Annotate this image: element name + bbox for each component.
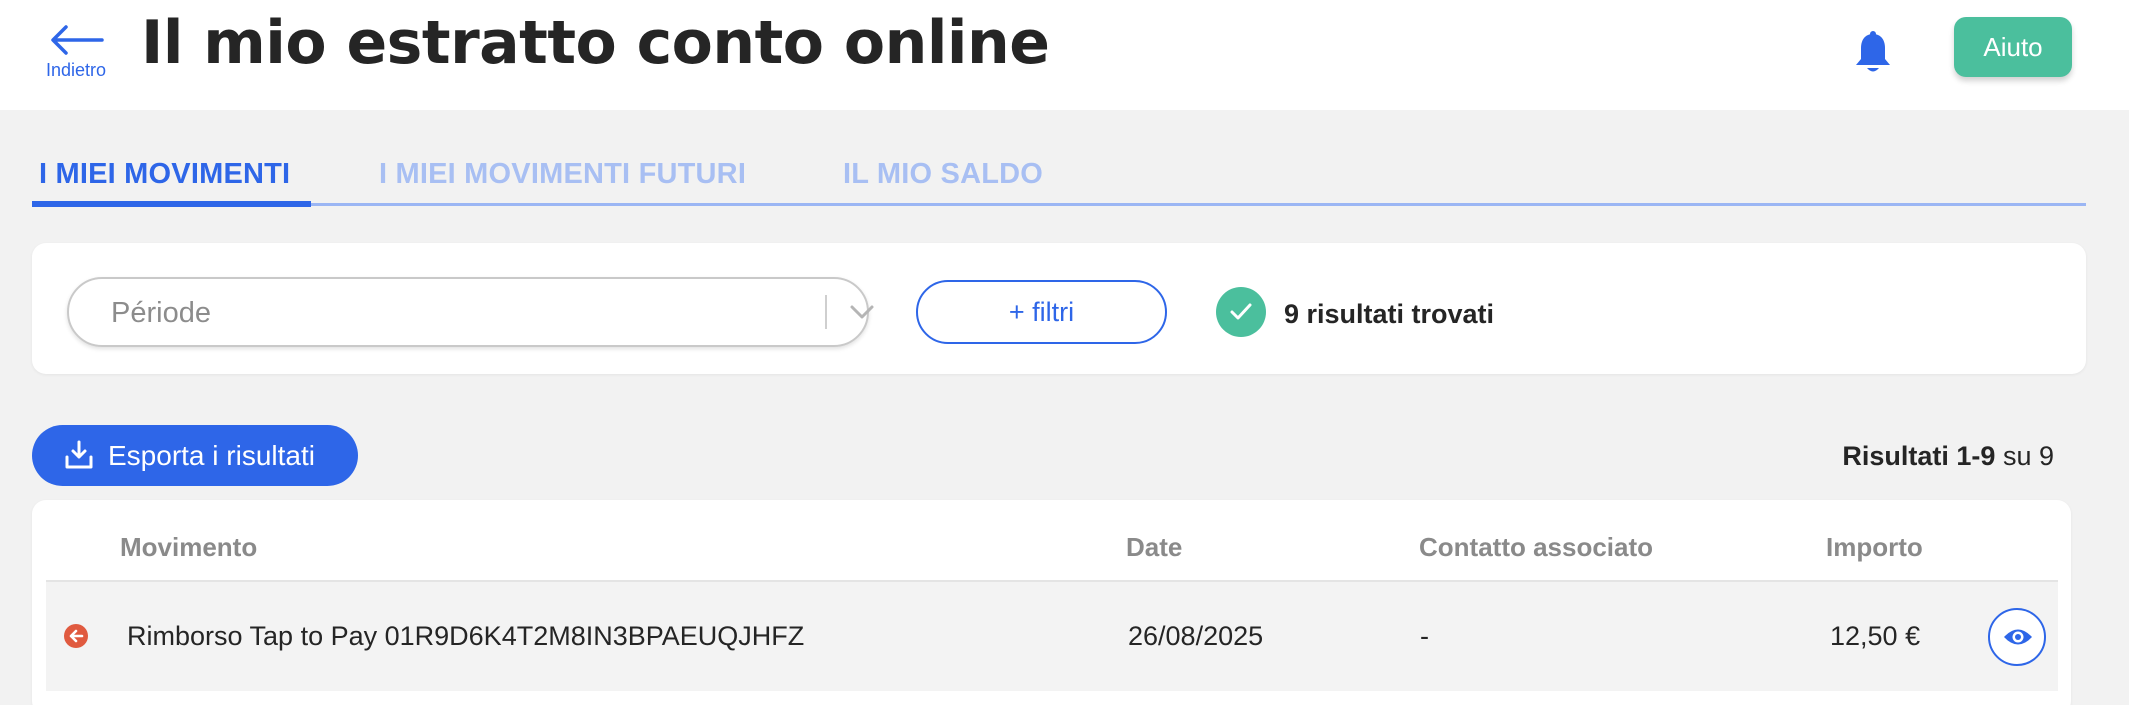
tab-divider bbox=[32, 203, 2086, 206]
eye-icon bbox=[2004, 629, 2032, 645]
view-details-button[interactable] bbox=[1988, 608, 2046, 666]
notifications-button[interactable] bbox=[1853, 30, 1893, 76]
column-header-contact: Contatto associato bbox=[1419, 532, 1654, 562]
results-range: Risultati 1-9 su 9 bbox=[1842, 441, 2054, 472]
column-header-movement: Movimento bbox=[120, 532, 258, 562]
filter-panel: Période + filtri 9 risultati trovati bbox=[32, 243, 2086, 374]
export-label: Esporta i risultati bbox=[108, 440, 315, 471]
movements-table: Movimento Date Contatto associato Import… bbox=[32, 500, 2071, 705]
check-icon bbox=[1216, 287, 1266, 337]
top-bar: Indietro Il mio estratto conto online Ai… bbox=[0, 0, 2129, 110]
tab-my-balance[interactable]: IL MIO SALDO bbox=[843, 158, 1043, 191]
movement-amount: 12,50 € bbox=[1830, 621, 1921, 651]
export-results-button[interactable]: Esporta i risultati bbox=[32, 425, 358, 486]
associated-contact: - bbox=[1420, 621, 1429, 651]
back-button[interactable]: Indietro bbox=[40, 18, 120, 88]
select-separator bbox=[825, 295, 827, 329]
arrow-left-icon bbox=[51, 25, 104, 55]
download-icon bbox=[65, 440, 93, 469]
movement-description: Rimborso Tap to Pay 01R9D6K4T2M8IN3BPAEU… bbox=[127, 621, 805, 651]
active-tab-indicator bbox=[32, 201, 311, 207]
more-filters-button[interactable]: + filtri bbox=[916, 280, 1167, 344]
column-header-date: Date bbox=[1126, 532, 1183, 562]
results-range-bold: Risultati 1-9 bbox=[1842, 441, 1996, 471]
results-found-text: 9 risultati trovati bbox=[1284, 299, 1495, 329]
period-select[interactable]: Période bbox=[67, 277, 874, 347]
help-button[interactable]: Aiuto bbox=[1954, 17, 2072, 77]
chevron-down-icon bbox=[850, 305, 874, 319]
column-header-amount: Importo bbox=[1826, 532, 1923, 562]
page-title: Il mio estratto conto online bbox=[141, 8, 1050, 78]
back-label: Indietro bbox=[46, 60, 107, 80]
bell-icon bbox=[1856, 31, 1890, 72]
results-range-total: su 9 bbox=[1995, 441, 2054, 471]
outgoing-arrow-icon bbox=[64, 624, 88, 648]
tab-bar: I MIEI MOVIMENTI I MIEI MOVIMENTI FUTURI… bbox=[32, 150, 2086, 207]
period-placeholder: Période bbox=[111, 297, 211, 329]
tab-future-movements[interactable]: I MIEI MOVIMENTI FUTURI bbox=[379, 158, 746, 191]
table-row[interactable]: Rimborso Tap to Pay 01R9D6K4T2M8IN3BPAEU… bbox=[46, 580, 2058, 691]
movement-date: 26/08/2025 bbox=[1128, 621, 1264, 651]
tab-my-movements[interactable]: I MIEI MOVIMENTI bbox=[39, 158, 290, 191]
